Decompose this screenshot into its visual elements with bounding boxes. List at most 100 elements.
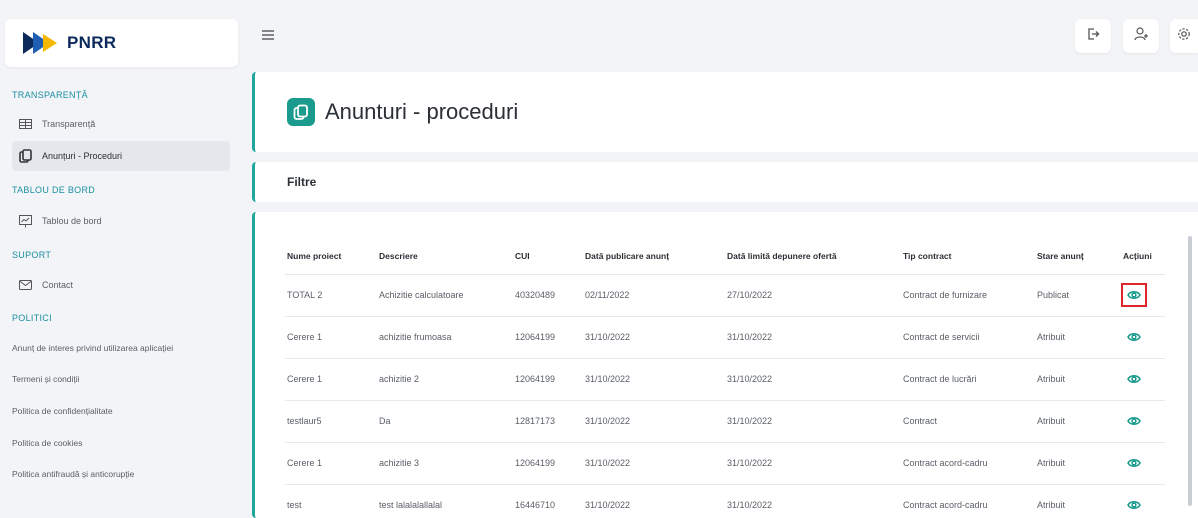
table-icon [18,117,32,131]
table-row: TOTAL 2 Achizitie calculatoare 40320489 02/… [285,274,1165,317]
table-row: test test lalalalallalal 16446710 31/10/202… [285,484,1165,518]
procedures-table: Nume proiect Descriere CUI Dată publicar… [285,238,1165,518]
table-cell: Achizitie calculatoare [377,274,513,317]
view-eye-icon[interactable] [1123,453,1145,473]
add-user-button[interactable] [1123,19,1159,53]
mail-icon [18,278,32,292]
sidebar-item-anunturi[interactable]: Anunțuri - Proceduri [12,141,230,171]
table-cell: Contract de furnizare [901,274,1035,317]
sidebar-item-label: Contact [42,280,74,290]
table-scrollbar[interactable] [1188,236,1192,506]
table-cell: 12064199 [513,316,583,359]
logout-icon [1086,27,1100,46]
column-header[interactable]: Tip contract [901,238,1035,275]
settings-button[interactable] [1170,19,1198,53]
view-eye-icon[interactable] [1123,369,1145,389]
table-cell: 31/10/2022 [583,358,725,401]
table-cell: 31/10/2022 [583,484,725,518]
policy-link-antifrauda[interactable]: Politica antifraudă și anticorupție [12,469,134,479]
table-cell: test lalalalallalal [377,484,513,518]
column-header[interactable]: Stare anunț [1035,238,1121,275]
actions-cell [1121,484,1165,518]
actions-cell [1121,358,1165,401]
copy-icon [18,149,32,163]
column-header[interactable]: Descriere [377,238,513,275]
actions-cell [1121,274,1165,317]
column-header[interactable]: Nume proiect [285,238,377,275]
table-cell: 12817173 [513,400,583,443]
view-eye-icon[interactable] [1123,327,1145,347]
sidebar-item-label: Tablou de bord [42,216,102,226]
logout-button[interactable] [1075,19,1111,53]
table-cell: 31/10/2022 [583,400,725,443]
table-cell: Atribuit [1035,316,1121,359]
table-row: Cerere 1 achizitie 2 12064199 31/10/2022 31/… [285,358,1165,401]
table-cell: Cerere 1 [285,316,377,359]
column-header[interactable]: Dată limită depunere ofertă [725,238,901,275]
table-cell: 31/10/2022 [583,316,725,359]
add-user-icon [1133,26,1149,46]
column-header[interactable]: Dată publicare anunț [583,238,725,275]
table-cell: TOTAL 2 [285,274,377,317]
table-cell: 02/11/2022 [583,274,725,317]
dashboard-icon [18,214,32,228]
table-cell: 31/10/2022 [725,400,901,443]
sidebar-item-tablou-de-bord[interactable]: Tablou de bord [12,206,230,236]
view-eye-icon[interactable] [1121,283,1147,307]
table-cell: Publicat [1035,274,1121,317]
table-cell: achizitie 2 [377,358,513,401]
table-cell: 31/10/2022 [725,358,901,401]
filters-title: Filtre [287,175,317,189]
table-cell: 12064199 [513,358,583,401]
table-cell: 12064199 [513,442,583,485]
table-cell: Contract [901,400,1035,443]
table-cell: 31/10/2022 [583,442,725,485]
sidebar-item-label: Anunțuri - Proceduri [42,151,123,161]
pnrr-logo-icon [23,32,57,54]
policy-link-cookies[interactable]: Politica de cookies [12,438,82,448]
table-cell: 31/10/2022 [725,316,901,359]
table-cell: Contract acord-cadru [901,484,1035,518]
actions-cell [1121,316,1165,359]
table-cell: 16446710 [513,484,583,518]
column-header[interactable]: CUI [513,238,583,275]
policy-link-termeni[interactable]: Termeni și condiții [12,374,80,384]
brand-logo[interactable]: PNRR [5,19,238,67]
hamburger-icon[interactable] [262,27,274,45]
table-cell: 40320489 [513,274,583,317]
table-cell: achizitie frumoasa [377,316,513,359]
table-header-row: Nume proiect Descriere CUI Dată publicar… [285,238,1165,275]
actions-cell [1121,442,1165,485]
procedures-table-card: Nume proiect Descriere CUI Dată publicar… [252,212,1198,518]
section-transparenta: TRANSPARENȚĂ [12,90,88,100]
table-cell: Contract acord-cadru [901,442,1035,485]
table-cell: 27/10/2022 [725,274,901,317]
filters-panel[interactable]: Filtre [252,162,1198,202]
table-cell: Contract de servicii [901,316,1035,359]
table-cell: achizitie 3 [377,442,513,485]
section-politici: POLITICI [12,313,52,323]
policy-link-confidentialitate[interactable]: Politica de confidențialitate [12,406,113,416]
sidebar-item-label: Transparență [42,119,96,129]
sidebar: PNRR TRANSPARENȚĂ Transparență Anunțuri … [0,0,238,518]
table-cell: Atribuit [1035,484,1121,518]
table-cell: Cerere 1 [285,442,377,485]
policy-link-anunt-interes[interactable]: Anunț de interes privind utilizarea apli… [12,343,173,353]
table-cell: 31/10/2022 [725,442,901,485]
settings-icon [1177,27,1191,46]
table-row: testlaur5 Da 12817173 31/10/2022 31/10/2022 C… [285,400,1165,443]
table-cell: Atribuit [1035,442,1121,485]
actions-cell [1121,400,1165,443]
sidebar-item-transparenta[interactable]: Transparență [12,109,230,139]
table-cell: Atribuit [1035,400,1121,443]
table-cell: Atribuit [1035,358,1121,401]
sidebar-item-contact[interactable]: Contact [12,270,230,300]
view-eye-icon[interactable] [1123,411,1145,431]
page-header: Anunturi - proceduri [252,72,1198,152]
table-cell: Contract de lucrări [901,358,1035,401]
table-cell: Cerere 1 [285,358,377,401]
page-title: Anunturi - proceduri [325,99,519,124]
table-row: Cerere 1 achizitie frumoasa 12064199 31/10/… [285,316,1165,359]
table-cell: testlaur5 [285,400,377,443]
view-eye-icon[interactable] [1123,495,1145,515]
